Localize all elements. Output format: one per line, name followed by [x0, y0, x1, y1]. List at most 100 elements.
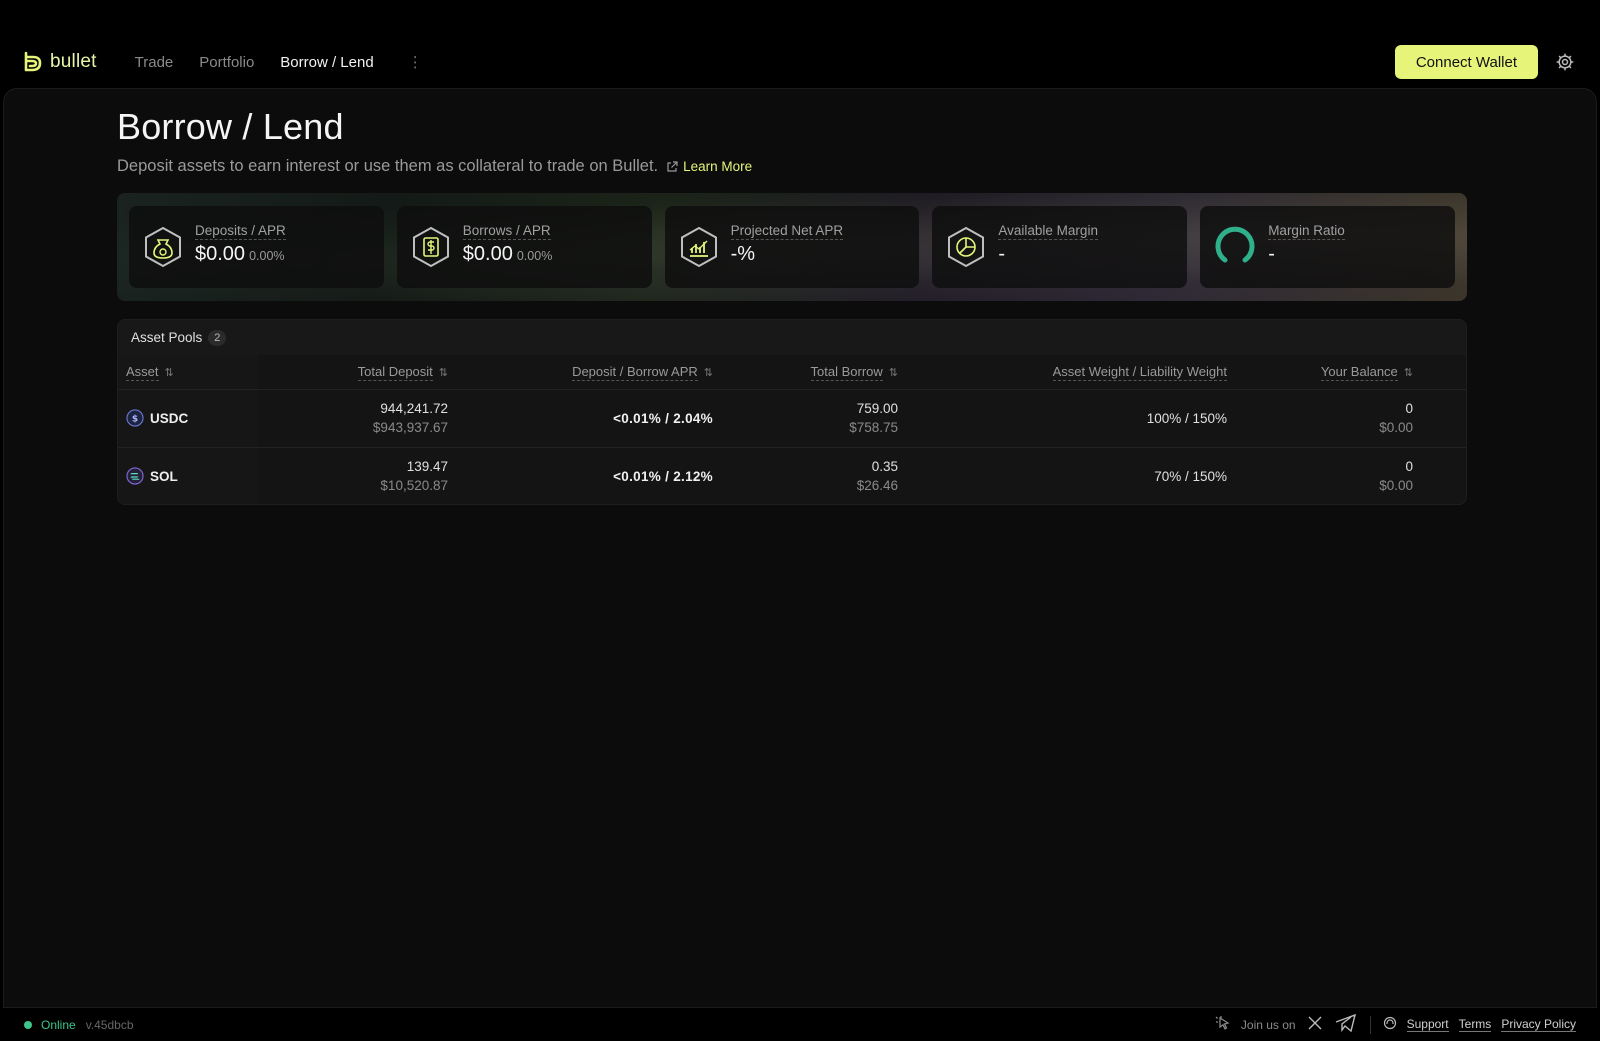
row-spacer — [1413, 446, 1466, 504]
stat-margin-ratio: Margin Ratio - — [1200, 206, 1455, 288]
borrow-amount: 759.00 — [856, 401, 898, 416]
dollar-bill-icon — [412, 226, 449, 268]
stat-borrows-apr: Borrows / APR $0.00 0.00% — [396, 206, 652, 288]
asset-cell: $ USDC — [118, 388, 258, 447]
stat-deposits-apr: Deposits / APR $0.00 0.00% — [129, 206, 384, 288]
asset-pools-title: Asset Pools — [131, 330, 203, 345]
nav-item-trade[interactable]: Trade — [135, 54, 174, 71]
table-row[interactable]: SOL 139.47 $10,520.87 <0.01% / 2.12% 0.35… — [118, 446, 1466, 504]
borrows-value: $0.00 — [462, 242, 513, 265]
chart-up-icon — [680, 226, 717, 268]
stat-label[interactable]: Projected Net APR — [730, 223, 844, 240]
stat-value: $0.00 0.00% — [195, 243, 286, 266]
column-asset-liability-weight[interactable]: Asset Weight / Liability Weight — [898, 355, 1227, 389]
sort-icon: ⇅ — [888, 367, 898, 380]
sort-icon: ⇅ — [703, 367, 713, 380]
column-label: Your Balance — [1320, 364, 1398, 382]
asset-name: USDC — [150, 410, 189, 426]
borrow-amount: 0.35 — [871, 459, 898, 475]
column-label: Asset Weight / Liability Weight — [1052, 364, 1227, 382]
deposit-usd: $943,937.67 — [372, 420, 448, 435]
subtitle-text: Deposit assets to earn interest or use t… — [117, 157, 659, 175]
asset-pools-card: Asset Pools 2 Asset ⇅ Total Deposit ⇅ Depo… — [117, 319, 1467, 505]
pie-chart-icon — [948, 226, 985, 268]
brand-name: bullet — [50, 51, 97, 72]
weights-cell: 70% / 150% — [898, 446, 1227, 504]
table-row[interactable]: $ USDC 944,241.72 $943,937.67 <0.01% / 2.… — [118, 388, 1466, 447]
svg-text:$: $ — [132, 415, 138, 425]
terms-link[interactable]: Terms — [1458, 1017, 1492, 1032]
stat-label[interactable]: Available Margin — [998, 223, 1098, 240]
column-asset[interactable]: Asset ⇅ — [118, 355, 258, 389]
apr-cell: <0.01% / 2.04% — [448, 388, 713, 447]
gear-icon[interactable] — [1552, 49, 1578, 75]
telegram-icon[interactable] — [1334, 1013, 1358, 1036]
available-margin-value: - — [998, 242, 1006, 265]
total-borrow-cell: 759.00 $758.75 — [713, 388, 898, 447]
bullet-logo-icon — [24, 51, 42, 72]
sort-icon: ⇅ — [1403, 367, 1413, 380]
stat-label[interactable]: Deposits / APR — [195, 223, 286, 240]
projected-apr-value: -% — [730, 242, 756, 265]
stat-available-margin: Available Margin - — [932, 206, 1188, 288]
asset-pools-table: Asset ⇅ Total Deposit ⇅ Deposit / Borrow A… — [118, 355, 1466, 504]
status-text: Online — [41, 1017, 76, 1032]
column-total-borrow[interactable]: Total Borrow ⇅ — [713, 355, 898, 389]
brand-logo[interactable]: bullet — [22, 51, 97, 73]
column-label: Total Borrow — [810, 364, 883, 382]
borrows-apr-value: 0.00% — [516, 248, 553, 263]
usdc-icon: $ — [126, 409, 144, 427]
asset-cell: SOL — [118, 446, 258, 504]
money-bag-icon — [145, 226, 181, 268]
asset-pools-header: Asset Pools 2 — [118, 320, 1466, 355]
table-header-row: Asset ⇅ Total Deposit ⇅ Deposit / Borrow A… — [118, 355, 1466, 389]
deposits-apr-value: 0.00% — [249, 248, 285, 263]
connect-wallet-button[interactable]: Connect Wallet — [1394, 45, 1538, 79]
asset-name: SOL — [150, 468, 178, 484]
learn-more-label: Learn More — [683, 159, 753, 174]
margin-ratio-value: - — [1268, 242, 1275, 265]
stat-value: $0.00 0.00% — [463, 243, 553, 266]
main-nav: Trade Portfolio Borrow / Lend ⋮ — [135, 53, 423, 72]
version-text: v.45dbcb — [85, 1017, 134, 1032]
column-label: Total Deposit — [357, 364, 433, 382]
apr-cell: <0.01% / 2.12% — [448, 446, 713, 504]
learn-more-link[interactable]: Learn More — [666, 159, 752, 174]
sort-icon: ⇅ — [164, 367, 174, 380]
row-spacer — [1413, 388, 1466, 447]
column-your-balance[interactable]: Your Balance ⇅ — [1227, 355, 1413, 389]
total-borrow-cell: 0.35 $26.46 — [713, 446, 898, 504]
balance-cell: 0 $0.00 — [1227, 388, 1413, 447]
column-total-deposit[interactable]: Total Deposit ⇅ — [258, 355, 448, 389]
sort-icon: ⇅ — [438, 367, 448, 380]
stat-label[interactable]: Margin Ratio — [1268, 223, 1345, 240]
ring-gauge-icon — [1215, 226, 1255, 263]
cursor-click-icon — [1213, 1014, 1231, 1035]
top-bar: bullet Trade Portfolio Borrow / Lend ⋮ C… — [0, 36, 1600, 88]
footer-bar: Online v.45dbcb Join us on Support Terms… — [0, 1008, 1600, 1041]
x-twitter-icon[interactable] — [1306, 1014, 1324, 1035]
status-dot-icon — [24, 1020, 32, 1029]
pool-count-badge: 2 — [208, 329, 227, 346]
weights-cell: 100% / 150% — [898, 388, 1227, 447]
join-us-text: Join us on — [1240, 1017, 1296, 1032]
column-label: Asset — [126, 364, 159, 382]
vertical-dots-icon[interactable]: ⋮ — [408, 53, 423, 71]
stat-label[interactable]: Borrows / APR — [462, 223, 551, 240]
balance-amount: 0 — [1405, 401, 1413, 416]
stats-banner: Deposits / APR $0.00 0.00% Borrows / APR … — [117, 193, 1467, 301]
support-link[interactable]: Support — [1406, 1017, 1449, 1032]
nav-item-portfolio[interactable]: Portfolio — [199, 54, 254, 71]
deposits-value: $0.00 — [195, 242, 246, 265]
sol-icon — [126, 467, 144, 486]
balance-usd: $0.00 — [1379, 420, 1413, 435]
external-link-icon — [667, 160, 678, 172]
column-deposit-borrow-apr[interactable]: Deposit / Borrow APR ⇅ — [448, 355, 713, 389]
page-header: Borrow / Lend Deposit assets to earn int… — [117, 106, 1467, 176]
total-deposit-cell: 139.47 $10,520.87 — [258, 446, 448, 504]
privacy-policy-link[interactable]: Privacy Policy — [1501, 1017, 1576, 1032]
deposit-usd: $10,520.87 — [380, 478, 448, 494]
nav-item-borrow-lend[interactable]: Borrow / Lend — [280, 54, 373, 71]
deposit-amount: 944,241.72 — [380, 401, 448, 416]
column-spacer — [1413, 355, 1466, 389]
